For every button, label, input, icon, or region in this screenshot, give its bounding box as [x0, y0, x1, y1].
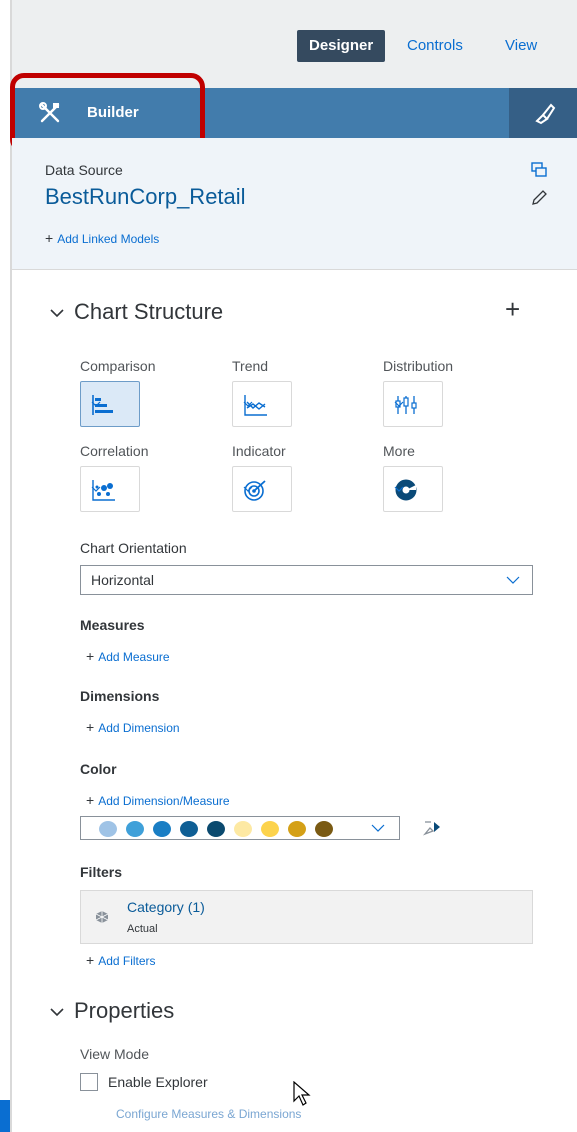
trend-chart-button[interactable]: [232, 381, 292, 427]
chevron-down-icon: [394, 401, 404, 407]
chevron-down-icon: [371, 824, 385, 832]
view-mode-label: View Mode: [80, 1046, 150, 1062]
add-dimension-label: Add Dimension: [98, 721, 180, 735]
top-tab-bar: Designer Controls View: [12, 0, 577, 88]
data-source-name[interactable]: BestRunCorp_Retail: [45, 184, 246, 210]
data-source-panel: Data Source BestRunCorp_Retail + Add Link…: [12, 138, 577, 270]
comparison-label: Comparison: [80, 358, 156, 374]
filters-label: Filters: [80, 864, 123, 880]
data-source-label: Data Source: [45, 162, 123, 178]
color-swatch: [99, 821, 117, 837]
styling-tab[interactable]: [509, 88, 577, 138]
chevron-down-icon: [243, 401, 253, 407]
color-swatch: [261, 821, 279, 837]
add-filters-link[interactable]: + Add Filters: [86, 952, 156, 968]
paintbrush-icon[interactable]: [533, 101, 557, 125]
builder-tab-label[interactable]: Builder: [87, 104, 139, 121]
copy-icon[interactable]: [531, 162, 547, 178]
add-filters-label: Add Filters: [98, 954, 156, 968]
enable-explorer-checkbox[interactable]: [80, 1073, 98, 1091]
chart-structure-header[interactable]: Chart Structure: [50, 299, 223, 325]
color-palette-select[interactable]: [80, 816, 400, 840]
add-measure-link[interactable]: + Add Measure: [86, 648, 170, 664]
dimensions-label: Dimensions: [80, 688, 160, 704]
tools-icon[interactable]: [38, 101, 62, 125]
more-label: More: [383, 443, 415, 459]
add-measure-label: Add Measure: [98, 650, 170, 664]
distribution-label: Distribution: [383, 358, 454, 374]
chevron-down-icon: [394, 486, 404, 492]
chart-orientation-value: Horizontal: [91, 572, 155, 588]
color-swatch: [207, 821, 225, 837]
filter-name: Category (1): [127, 899, 205, 915]
color-swatch: [153, 821, 171, 837]
add-dimension-link[interactable]: + Add Dimension: [86, 719, 180, 735]
indicator-chart-button[interactable]: [232, 466, 292, 512]
color-swatch: [126, 821, 144, 837]
color-label: Color: [80, 761, 117, 777]
filter-subtitle: Actual: [127, 923, 158, 935]
add-linked-models-label: Add Linked Models: [57, 232, 160, 246]
tab-designer[interactable]: Designer: [297, 30, 386, 62]
dimension-icon: [95, 911, 109, 923]
mouse-cursor-icon: [293, 1081, 311, 1106]
left-blue-marker: [0, 1100, 10, 1132]
chevron-down-icon: [50, 1008, 64, 1017]
distribution-chart-button[interactable]: [383, 381, 443, 427]
properties-header[interactable]: Properties: [50, 998, 174, 1024]
color-swatch: [315, 821, 333, 837]
color-swatch: [234, 821, 252, 837]
measures-label: Measures: [80, 617, 145, 633]
correlation-label: Correlation: [80, 443, 149, 459]
chart-orientation-label: Chart Orientation: [80, 540, 187, 556]
tab-view[interactable]: View: [505, 30, 537, 62]
comparison-chart-button[interactable]: [80, 381, 140, 427]
configure-measures-link[interactable]: Configure Measures & Dimensions: [116, 1107, 301, 1121]
chevron-down-icon: [91, 486, 101, 492]
chevron-down-icon: [91, 401, 101, 407]
add-color-label: Add Dimension/Measure: [98, 794, 230, 808]
add-color-link[interactable]: + Add Dimension/Measure: [86, 792, 230, 808]
enable-explorer-label[interactable]: Enable Explorer: [108, 1074, 208, 1090]
palette-edit-icon[interactable]: [422, 818, 444, 838]
color-swatch: [288, 821, 306, 837]
trend-label: Trend: [232, 358, 269, 374]
correlation-chart-button[interactable]: [80, 466, 140, 512]
chevron-down-icon: [50, 309, 64, 318]
properties-title: Properties: [74, 998, 175, 1023]
chart-structure-title: Chart Structure: [74, 299, 224, 324]
chart-orientation-select[interactable]: Horizontal: [80, 565, 533, 595]
add-linked-models-link[interactable]: + Add Linked Models: [45, 230, 159, 246]
builder-bar: Builder: [12, 88, 577, 138]
chevron-down-icon: [506, 576, 520, 584]
color-swatch: [180, 821, 198, 837]
indicator-label: Indicator: [232, 443, 286, 459]
tab-controls[interactable]: Controls: [407, 30, 463, 62]
chevron-down-icon: [243, 486, 253, 492]
add-icon[interactable]: +: [505, 294, 520, 325]
more-chart-button[interactable]: [383, 466, 443, 512]
filter-token[interactable]: Category (1) Actual: [80, 890, 533, 944]
pencil-icon[interactable]: [531, 190, 547, 206]
